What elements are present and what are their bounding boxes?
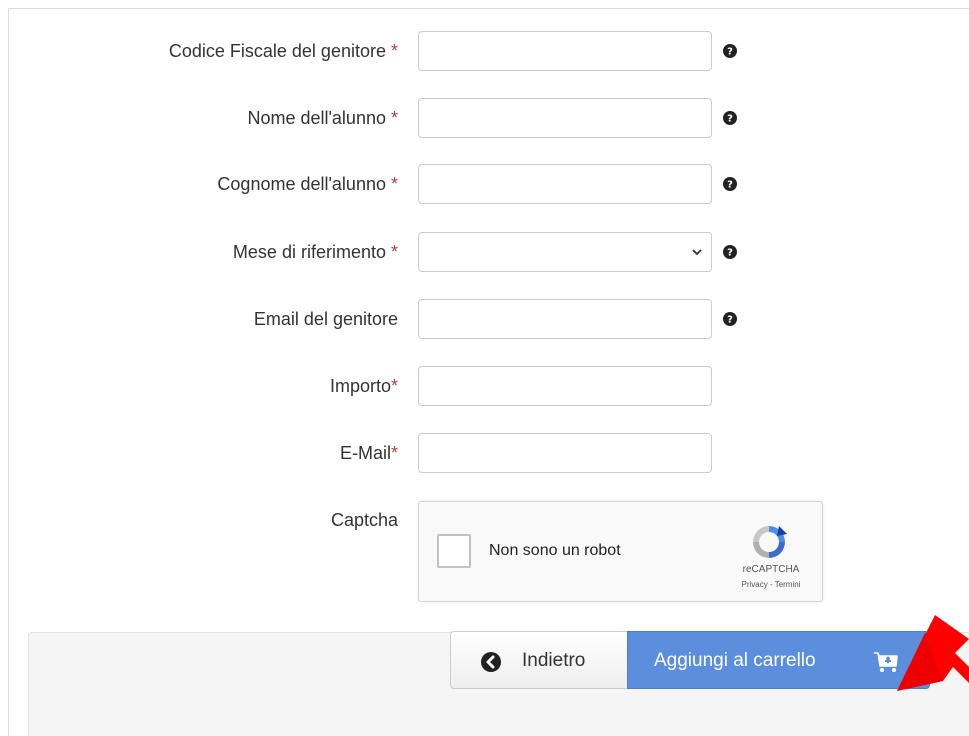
add-to-cart-label: Aggiungi al carrello xyxy=(654,650,816,671)
label-text: E-Mail xyxy=(339,443,391,463)
svg-text:?: ? xyxy=(727,114,733,125)
back-button[interactable]: Indietro xyxy=(450,631,628,689)
svg-text:?: ? xyxy=(727,47,733,58)
captcha-label: Captcha xyxy=(330,510,398,530)
codice-fiscale-input[interactable] xyxy=(418,31,712,71)
form-row-email: E-Mail* xyxy=(0,433,969,473)
label-text: Cognome dell'alunno xyxy=(217,174,386,194)
svg-text:?: ? xyxy=(727,180,733,191)
add-to-cart-button[interactable]: Aggiungi al carrello xyxy=(627,631,930,689)
question-circle-icon[interactable]: ? xyxy=(723,312,737,326)
question-circle-icon[interactable]: ? xyxy=(723,44,737,58)
form-row-codice-fiscale: Codice Fiscale del genitore * ? xyxy=(0,31,969,71)
form-row-email-genitore: Email del genitore ? xyxy=(0,299,969,339)
back-button-label: Indietro xyxy=(522,650,586,671)
email-input[interactable] xyxy=(418,433,712,473)
form-row-nome-alunno: Nome dell'alunno * ? xyxy=(0,98,969,138)
required-mark: * xyxy=(390,376,398,396)
question-circle-icon[interactable]: ? xyxy=(723,177,737,191)
question-circle-icon[interactable]: ? xyxy=(723,111,737,125)
required-mark: * xyxy=(385,41,398,61)
nome-alunno-input[interactable] xyxy=(418,98,712,138)
recaptcha-links[interactable]: Privacy - Termini xyxy=(725,580,817,589)
recaptcha-brand: reCAPTCHA xyxy=(742,564,800,575)
required-mark: * xyxy=(385,174,398,194)
label-text: Codice Fiscale del genitore xyxy=(168,41,386,61)
importo-label: Importo* xyxy=(0,366,398,406)
email-label: E-Mail* xyxy=(0,433,398,473)
form-row-importo: Importo* xyxy=(0,366,969,406)
svg-text:?: ? xyxy=(727,248,733,259)
email-genitore-input[interactable] xyxy=(418,299,712,339)
nome-alunno-label: Nome dell'alunno * xyxy=(0,98,398,138)
label-text: Importo xyxy=(329,376,391,396)
required-mark: * xyxy=(385,108,398,128)
importo-input[interactable] xyxy=(418,366,712,406)
mese-riferimento-select[interactable] xyxy=(418,232,712,272)
label-text: Mese di riferimento xyxy=(232,242,386,262)
chevron-left-circle-icon xyxy=(481,652,501,672)
recaptcha-logo-icon xyxy=(753,526,787,558)
label-text: Nome dell'alunno xyxy=(247,108,386,128)
cognome-alunno-label: Cognome dell'alunno * xyxy=(0,164,398,204)
captcha-checkbox[interactable] xyxy=(437,534,471,568)
email-genitore-label: Email del genitore xyxy=(0,299,398,339)
mese-riferimento-label: Mese di riferimento * xyxy=(0,232,398,272)
cognome-alunno-input[interactable] xyxy=(418,164,712,204)
question-circle-icon[interactable]: ? xyxy=(723,245,737,259)
chevron-down-icon xyxy=(692,249,702,256)
captcha-checkbox-label: Non sono un robot xyxy=(489,542,621,559)
form-row-cognome-alunno: Cognome dell'alunno * ? xyxy=(0,164,969,204)
required-mark: * xyxy=(385,242,398,262)
recaptcha-widget: Non sono un robot reCAPTCHA Privacy - Te… xyxy=(418,501,823,602)
required-mark: * xyxy=(390,443,398,463)
svg-text:?: ? xyxy=(727,315,733,326)
red-arrow-icon xyxy=(897,615,969,691)
form-row-mese-riferimento: Mese di riferimento * ? xyxy=(0,232,969,272)
codice-fiscale-label: Codice Fiscale del genitore * xyxy=(0,31,398,71)
label-text: Email del genitore xyxy=(253,309,398,329)
